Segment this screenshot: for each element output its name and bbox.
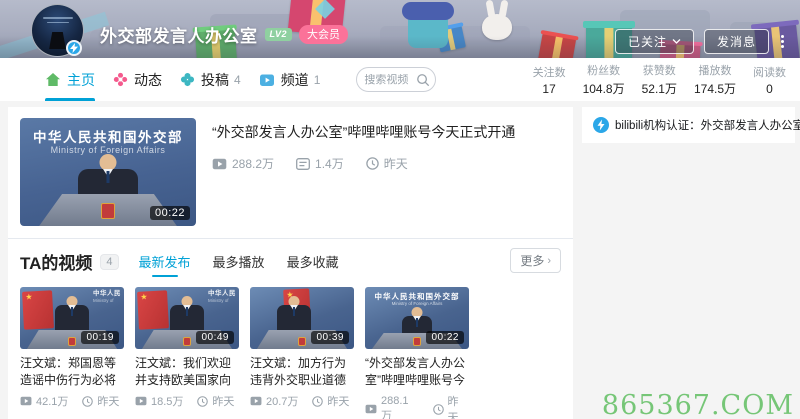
tab-count: 4: [234, 72, 241, 87]
video-thumbnail[interactable]: 中华人民共和国外交部 Ministry of Foreign Affairs 0…: [365, 287, 469, 349]
tab-home[interactable]: 主页: [45, 58, 95, 101]
tab-submissions[interactable]: 投稿 4: [180, 58, 241, 101]
video-card[interactable]: 中华人民共和国外交部 Ministry of Foreign Affairs 0…: [365, 287, 469, 419]
username[interactable]: 外交部发言人办公室: [100, 22, 258, 47]
flag-art: [22, 290, 54, 330]
video-grid: 中华人民Ministry of 00:19 汪文斌：郑国恩等造谣中伤行为必将受到…: [20, 287, 561, 419]
clover-icon: [180, 72, 195, 87]
sort-tab-most-favorited[interactable]: 最多收藏: [287, 252, 339, 271]
verified-lightning-icon: [593, 117, 609, 133]
channel-play-icon: [259, 73, 275, 87]
video-meta: 18.5万 昨天: [135, 393, 239, 409]
followed-button[interactable]: 已关注: [614, 29, 694, 54]
national-emblem-art: [68, 337, 76, 346]
featured-video-title[interactable]: “外交部发言人办公室”哔哩哔哩账号今天正式开通: [212, 122, 515, 142]
clock-icon: [312, 395, 324, 407]
more-videos-button[interactable]: 更多 ›: [510, 248, 561, 273]
chevron-down-icon: [672, 38, 681, 45]
clock-icon: [82, 395, 94, 407]
certification-text: bilibili机构认证：外交部发言人办公室官方账号: [615, 120, 800, 132]
stat-following[interactable]: 关注数 17: [533, 64, 566, 96]
watermark: 865367.COM: [601, 390, 794, 419]
tab-dynamics[interactable]: 动态: [113, 58, 162, 101]
video-thumbnail[interactable]: 中华人民Ministry of 00:49: [135, 287, 239, 349]
thumb-backdrop-cn: 中华人民共和国外交部: [33, 130, 183, 145]
video-title[interactable]: 汪文斌：加方行为违背外交职业道德和国际交往准则: [250, 355, 354, 389]
sort-tab-latest[interactable]: 最新发布: [139, 252, 191, 271]
search-icon[interactable]: [416, 73, 430, 87]
video-card[interactable]: 中华人民Ministry of 00:49 汪文斌：我们欢迎并支持欧美国家向非洲…: [135, 287, 239, 419]
clock-icon: [197, 395, 209, 407]
content-column: 中华人民共和国外交部 Ministry of Foreign Affairs 0…: [8, 107, 573, 419]
video-duration: 00:19: [81, 331, 119, 344]
video-duration: 00:22: [426, 331, 464, 344]
flag-art: [137, 290, 169, 330]
video-title[interactable]: 汪文斌：我们欢迎并支持欧美国家向非洲国家提供疫苗: [135, 355, 239, 389]
clock-icon: [432, 403, 444, 415]
send-message-button[interactable]: 发消息: [703, 29, 769, 54]
featured-video-meta: 288.2万 1.4万 昨天: [212, 155, 515, 172]
vip-badge[interactable]: 大会员: [299, 25, 349, 44]
danmaku-icon: [296, 157, 310, 170]
video-search-box[interactable]: [356, 67, 437, 92]
more-options-icon[interactable]: [781, 35, 784, 48]
video-duration: 00:49: [196, 331, 234, 344]
video-card[interactable]: 中华人民Ministry of 00:19 汪文斌：郑国恩等造谣中伤行为必将受到…: [20, 287, 124, 419]
national-emblem-art: [101, 203, 115, 219]
video-thumbnail[interactable]: 00:39: [250, 287, 354, 349]
verified-badge-icon: [66, 40, 82, 56]
video-meta: 42.1万 昨天: [20, 393, 124, 409]
national-emblem-art: [183, 337, 191, 346]
stat-likes: 获赞数 52.1万: [641, 65, 677, 96]
play-count-icon: [212, 158, 227, 170]
national-emblem-art: [413, 337, 421, 346]
video-title[interactable]: 汪文斌：郑国恩等造谣中伤行为必将受到正义的清算: [20, 355, 124, 389]
video-meta: 288.1万 昨天: [365, 393, 469, 419]
stat-plays: 播放数 174.5万: [693, 65, 736, 96]
tab-channels[interactable]: 频道 1: [259, 58, 321, 101]
profile-stats: 关注数 17 粉丝数 104.8万 获赞数 52.1万 播放数 174.5万 阅…: [533, 58, 786, 101]
videos-count-badge: 4: [100, 253, 119, 270]
video-meta: 20.7万 昨天: [250, 393, 354, 409]
play-count-icon: [135, 396, 147, 406]
videos-section-title: TA的视频: [20, 254, 93, 273]
sort-tab-most-played[interactable]: 最多播放: [213, 252, 265, 271]
play-count-icon: [20, 396, 32, 406]
level-badge: LV2: [264, 28, 293, 41]
thumb-backdrop-en: Ministry of Foreign Affairs: [391, 301, 443, 306]
video-card[interactable]: 00:39 汪文斌：加方行为违背外交职业道德和国际交往准则 20.7万 昨天: [250, 287, 354, 419]
play-count-icon: [365, 404, 377, 414]
video-thumbnail[interactable]: 中华人民Ministry of 00:19: [20, 287, 124, 349]
video-duration: 00:22: [149, 206, 190, 220]
home-icon: [45, 72, 61, 87]
video-duration: 00:39: [311, 331, 349, 344]
profile-banner: 外交部发言人办公室 LV2 大会员 已关注 发消息: [0, 0, 800, 58]
stat-followers[interactable]: 粉丝数 104.8万: [583, 62, 625, 97]
national-emblem-art: [298, 337, 306, 346]
flower-icon: [113, 72, 128, 87]
main-content: 中华人民共和国外交部 Ministry of Foreign Affairs 0…: [0, 101, 800, 419]
search-input[interactable]: [364, 73, 417, 86]
chevron-right-icon: ›: [547, 254, 551, 267]
featured-video-thumbnail[interactable]: 中华人民共和国外交部 Ministry of Foreign Affairs 0…: [20, 118, 196, 226]
play-count-icon: [250, 396, 262, 406]
profile-navbar: 主页 动态 投稿 4 频道 1 关注数 17 粉丝数 104.8万: [0, 58, 800, 101]
clock-icon: [365, 157, 379, 170]
tab-count: 1: [313, 72, 321, 87]
certification-card: bilibili机构认证：外交部发言人办公室官方账号: [582, 107, 800, 143]
stat-reads: 阅读数 0: [753, 66, 786, 96]
videos-section: TA的视频 4 最新发布 最多播放 最多收藏 更多 › 中华人民Ministry…: [8, 238, 573, 419]
featured-video-section: 中华人民共和国外交部 Ministry of Foreign Affairs 0…: [8, 107, 573, 238]
video-title[interactable]: “外交部发言人办公室”哔哩哔哩账号今天正式开通: [365, 355, 469, 389]
